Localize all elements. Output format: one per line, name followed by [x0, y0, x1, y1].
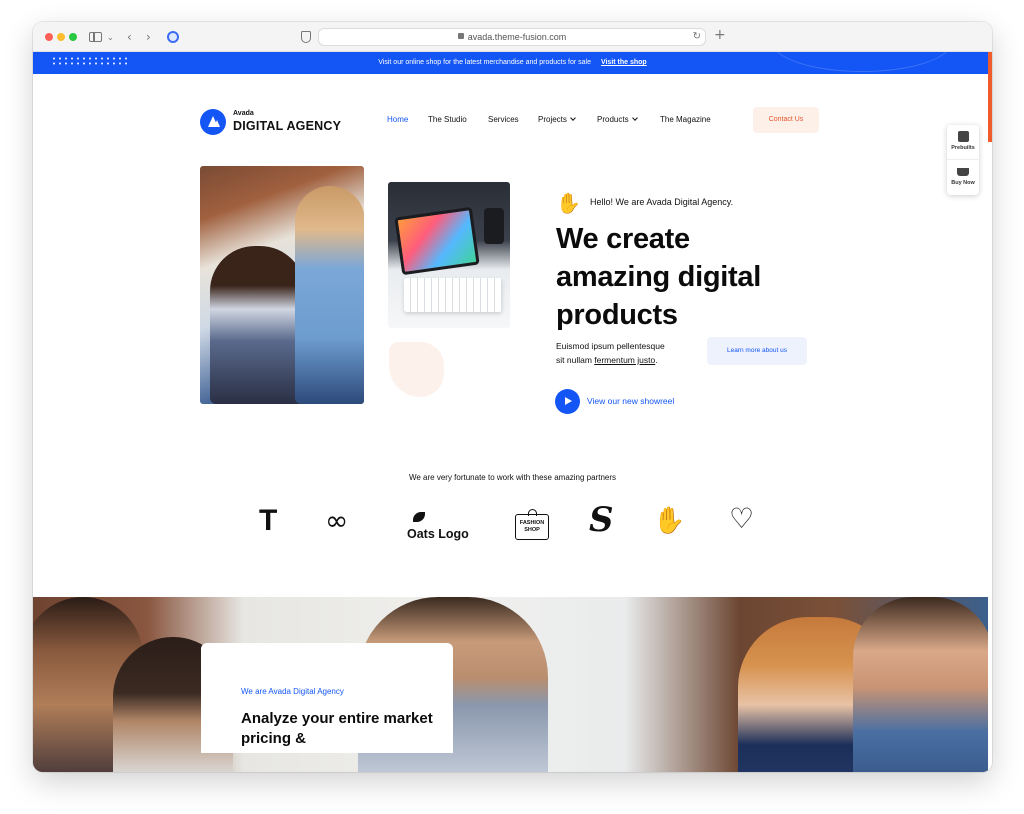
team-meeting-photo	[33, 597, 988, 772]
logo-main-text[interactable]: DIGITAL AGENCY	[233, 119, 341, 133]
minimize-window-button[interactable]	[57, 33, 65, 41]
nav-the-magazine[interactable]: The Magazine	[660, 115, 711, 124]
hero-tablet-photo	[388, 182, 510, 328]
decorative-blob	[389, 342, 444, 397]
partner-logo-hands[interactable]: ✋	[653, 505, 685, 537]
chevron-down-icon[interactable]: ⌄	[107, 30, 114, 46]
chevron-down-icon	[631, 115, 638, 121]
hero-team-photo	[200, 166, 364, 404]
photo-person-standing	[295, 186, 364, 404]
lead-line-1: Euismod ipsum pellentesque	[556, 341, 665, 351]
hero-headline: We create amazing digital products	[556, 220, 846, 334]
cart-icon	[957, 168, 969, 176]
hero-greeting: Hello! We are Avada Digital Agency.	[590, 197, 734, 207]
reload-icon[interactable]: ↻	[693, 29, 701, 45]
partner-logo-infinity[interactable]: ∞	[325, 504, 348, 538]
nav-products[interactable]: Products	[597, 115, 638, 124]
oats-leaf-icon	[413, 512, 425, 522]
partners-title: We are very fortunate to work with these…	[408, 473, 617, 482]
visit-shop-link[interactable]: Visit the shop	[601, 59, 647, 66]
sidebar-toggle-icon[interactable]	[89, 32, 102, 42]
buy-now-button[interactable]: Buy Now	[947, 160, 979, 195]
partner-logo-s[interactable]: S	[589, 502, 614, 538]
about-kicker: We are Avada Digital Agency	[241, 687, 344, 696]
nav-projects[interactable]: Projects	[538, 115, 576, 124]
chevron-down-icon	[570, 115, 576, 121]
contact-us-button[interactable]: Contact Us	[753, 107, 819, 133]
buy-now-label: Buy Now	[951, 180, 975, 186]
promo-message: Visit our online shop for the latest mer…	[378, 59, 591, 66]
fashion-line-1: FASHION	[519, 520, 545, 526]
forward-arrow-icon[interactable]: ›	[146, 29, 151, 45]
promo-topbar: Visit our online shop for the latest mer…	[33, 52, 992, 74]
play-icon[interactable]	[555, 389, 580, 414]
fermentum-link[interactable]: fermentum justo	[594, 355, 655, 365]
zoom-window-button[interactable]	[69, 33, 77, 41]
photo-tablet	[394, 206, 480, 276]
partner-logo-t[interactable]: T	[259, 504, 277, 538]
hero-headline-line: We create	[556, 223, 690, 255]
photo-person	[853, 597, 988, 772]
prebuilts-label: Prebuilts	[951, 145, 975, 151]
theme-side-widget: Prebuilts Buy Now	[947, 125, 979, 195]
decorative-dots	[51, 56, 131, 66]
logo-small-text[interactable]: Avada	[233, 110, 254, 117]
hero-headline-line: products	[556, 299, 678, 331]
nav-products-label: Products	[597, 115, 629, 124]
nav-projects-label: Projects	[538, 115, 567, 124]
password-extension-icon[interactable]	[167, 31, 179, 43]
browser-window: ⌄ ‹ › avada.theme-fusion.com ↻ + Visit o…	[33, 22, 992, 772]
learn-more-button[interactable]: Learn more about us	[707, 337, 807, 365]
close-window-button[interactable]	[45, 33, 53, 41]
lead-end: .	[655, 355, 658, 365]
back-arrow-icon[interactable]: ‹	[127, 29, 132, 45]
hero-lead-text: Euismod ipsum pellentesque sit nullam fe…	[556, 339, 696, 367]
new-tab-button[interactable]: +	[714, 27, 726, 43]
url-text: avada.theme-fusion.com	[467, 32, 567, 42]
web-page: Visit our online shop for the latest mer…	[33, 52, 992, 772]
scrollbar-thumb[interactable]	[988, 52, 992, 142]
partner-logo-heart[interactable]: ♡	[729, 503, 754, 535]
showreel-link[interactable]: View our new showreel	[587, 396, 674, 406]
lead-line-2: sit nullam	[556, 355, 595, 365]
hero-headline-line: amazing digital	[556, 261, 761, 293]
photo-keyboard	[404, 278, 502, 312]
prebuilts-icon	[957, 131, 969, 142]
browser-toolbar: ⌄ ‹ › avada.theme-fusion.com ↻ +	[33, 22, 992, 52]
waving-hand-icon: ✋	[556, 191, 581, 215]
nav-services[interactable]: Services	[488, 115, 519, 124]
photo-phone	[484, 208, 504, 244]
about-card: We are Avada Digital Agency Analyze your…	[201, 643, 453, 753]
photo-person-seated	[210, 246, 305, 404]
partner-logo-fashion-shop[interactable]: FASHION SHOP	[515, 509, 549, 540]
avada-logo-icon[interactable]	[200, 109, 226, 135]
about-title: Analyze your entire market pricing &	[241, 710, 433, 747]
prebuilts-button[interactable]: Prebuilts	[947, 125, 979, 160]
address-bar[interactable]: avada.theme-fusion.com ↻	[318, 28, 706, 46]
nav-the-studio[interactable]: The Studio	[428, 115, 467, 124]
privacy-shield-icon[interactable]	[301, 31, 311, 43]
partner-logo-oats[interactable]: Oats Logo	[407, 527, 469, 541]
lock-icon	[457, 33, 464, 39]
fashion-line-2: SHOP	[524, 527, 540, 533]
nav-home[interactable]: Home	[387, 115, 408, 124]
decorative-arc	[772, 52, 952, 72]
